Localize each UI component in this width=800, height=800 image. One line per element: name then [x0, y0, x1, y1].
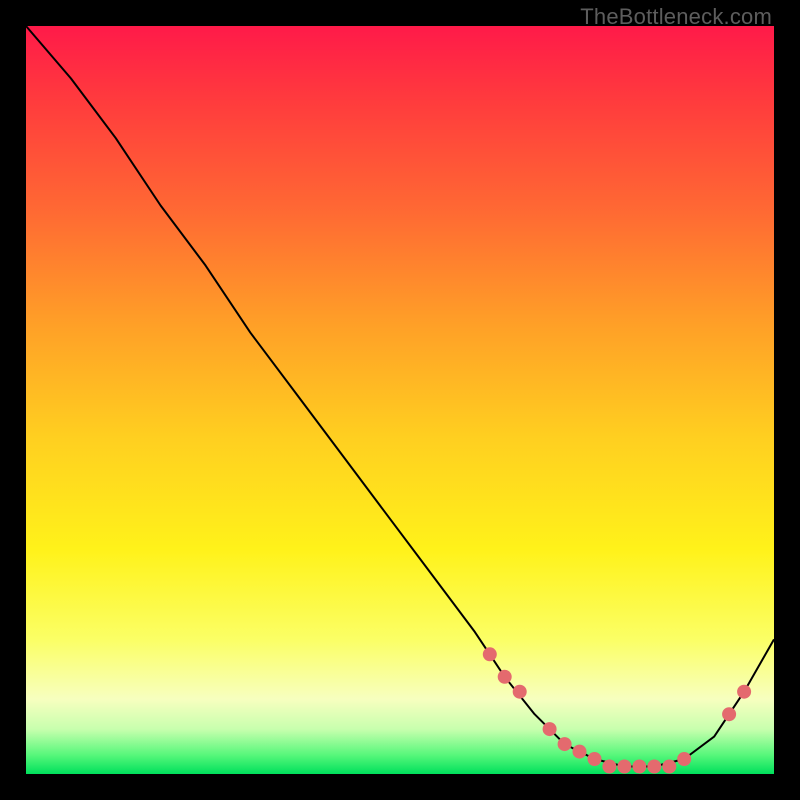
highlight-dot [498, 670, 512, 684]
highlight-dot [617, 760, 631, 774]
plot-area [26, 26, 774, 774]
highlight-dot [662, 760, 676, 774]
highlight-dot [647, 760, 661, 774]
highlight-dot [677, 752, 691, 766]
highlight-dot [543, 722, 557, 736]
bottleneck-curve [26, 26, 774, 767]
highlight-dot [737, 685, 751, 699]
highlight-dot [588, 752, 602, 766]
highlight-dot [513, 685, 527, 699]
highlight-dot [602, 760, 616, 774]
highlight-dot [722, 707, 736, 721]
highlight-dot [573, 745, 587, 759]
curve-svg [26, 26, 774, 774]
highlight-dot [632, 760, 646, 774]
chart-frame: TheBottleneck.com [0, 0, 800, 800]
highlight-dot [483, 647, 497, 661]
highlight-dot [558, 737, 572, 751]
highlight-dots [483, 647, 751, 773]
